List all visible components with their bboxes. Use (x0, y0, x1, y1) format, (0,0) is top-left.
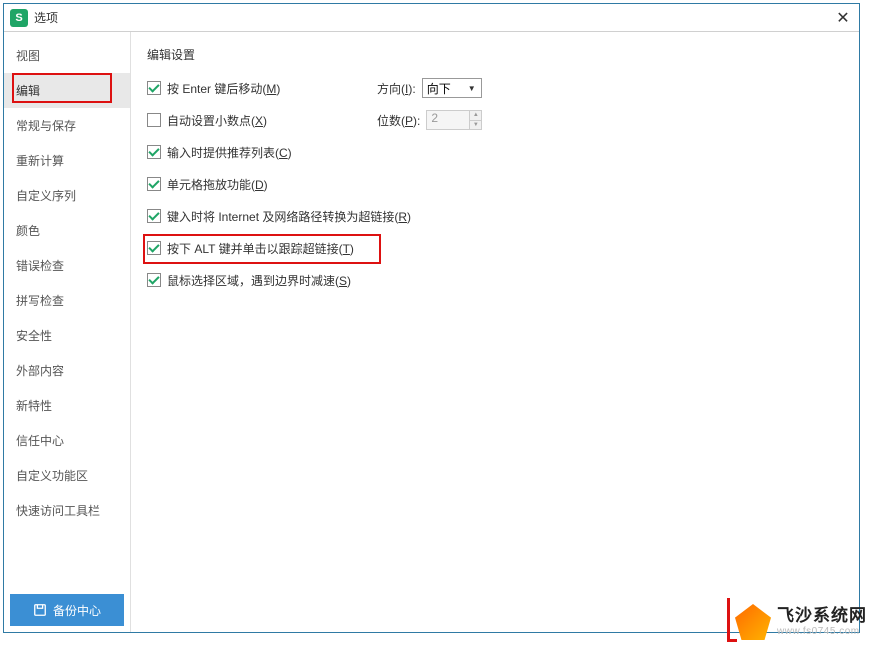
sidebar-item-quick-access[interactable]: 快速访问工具栏 (4, 493, 130, 528)
sidebar-item-spell-check[interactable]: 拼写检查 (4, 283, 130, 318)
sidebar-item-view[interactable]: 视图 (4, 38, 130, 73)
checkbox-cell-drag[interactable] (147, 177, 161, 191)
backup-label: 备份中心 (53, 602, 101, 619)
sidebar-item-custom-list[interactable]: 自定义序列 (4, 178, 130, 213)
option-recommend-list-label[interactable]: 输入时提供推荐列表(C) (167, 144, 292, 161)
option-mouse-slowdown-label[interactable]: 鼠标选择区域，遇到边界时减速(S) (167, 272, 351, 289)
places-value: 2 (426, 110, 470, 130)
watermark-title: 飞沙系统网 (777, 607, 867, 626)
sidebar-item-general-save[interactable]: 常规与保存 (4, 108, 130, 143)
direction-value: 向下 (427, 80, 451, 97)
sidebar-item-external-content[interactable]: 外部内容 (4, 353, 130, 388)
direction-select[interactable]: 向下 ▼ (422, 78, 482, 98)
chevron-down-icon: ▼ (465, 81, 479, 95)
checkbox-mouse-slowdown[interactable] (147, 273, 161, 287)
section-title: 编辑设置 (147, 46, 843, 63)
places-spinner[interactable]: 2 ▲ ▼ (426, 110, 482, 130)
checkbox-auto-decimal[interactable] (147, 113, 161, 127)
direction-label: 方向(I): (377, 80, 416, 97)
option-hyperlink-convert-label[interactable]: 键入时将 Internet 及网络路径转换为超链接(R) (167, 208, 411, 225)
sidebar-item-security[interactable]: 安全性 (4, 318, 130, 353)
watermark: 飞沙系统网 www.fs0745.com (735, 604, 867, 640)
backup-center-button[interactable]: 备份中心 (10, 594, 124, 626)
app-icon: S (10, 9, 28, 27)
sidebar-item-custom-ribbon[interactable]: 自定义功能区 (4, 458, 130, 493)
places-label: 位数(P): (377, 112, 420, 129)
checkbox-recommend-list[interactable] (147, 145, 161, 159)
close-button[interactable]: ✕ (833, 8, 853, 28)
content-panel: 编辑设置 按 Enter 键后移动(M) 方向(I): 向下 ▼ 自 (130, 32, 859, 632)
spinner-down-icon[interactable]: ▼ (470, 121, 481, 130)
spinner-up-icon[interactable]: ▲ (470, 111, 481, 121)
sidebar: 视图 编辑 常规与保存 重新计算 自定义序列 颜色 错误检查 拼写检查 安全性 … (4, 32, 131, 632)
checkbox-enter-move[interactable] (147, 81, 161, 95)
option-cell-drag-label[interactable]: 单元格拖放功能(D) (167, 176, 268, 193)
watermark-url: www.fs0745.com (777, 626, 867, 637)
option-alt-hyperlink-label[interactable]: 按下 ALT 键并单击以跟踪超链接(T) (167, 240, 354, 257)
window-title: 选项 (34, 9, 833, 26)
option-auto-decimal-label[interactable]: 自动设置小数点(X) (167, 112, 267, 129)
sidebar-item-edit[interactable]: 编辑 (4, 73, 130, 108)
sidebar-item-recalculate[interactable]: 重新计算 (4, 143, 130, 178)
options-dialog: S 选项 ✕ 视图 编辑 常规与保存 重新计算 自定义序列 颜色 错误检查 拼写… (3, 3, 860, 633)
sidebar-item-trust-center[interactable]: 信任中心 (4, 423, 130, 458)
option-enter-move-label[interactable]: 按 Enter 键后移动(M) (167, 80, 280, 97)
sidebar-item-error-check[interactable]: 错误检查 (4, 248, 130, 283)
backup-icon (33, 603, 47, 617)
titlebar: S 选项 ✕ (4, 4, 859, 32)
sidebar-item-new-features[interactable]: 新特性 (4, 388, 130, 423)
checkbox-alt-hyperlink[interactable] (147, 241, 161, 255)
watermark-logo-icon (735, 604, 771, 640)
checkbox-hyperlink-convert[interactable] (147, 209, 161, 223)
sidebar-item-color[interactable]: 颜色 (4, 213, 130, 248)
